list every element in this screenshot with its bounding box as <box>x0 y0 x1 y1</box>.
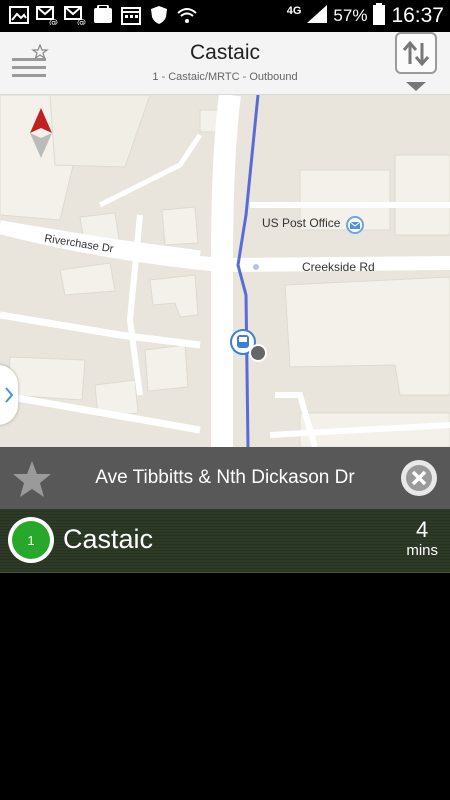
arrival-row[interactable]: 1 Castaic 4 mins <box>0 509 450 573</box>
star-icon <box>13 461 51 497</box>
route-number: 1 <box>12 521 50 559</box>
battery-percent: 57% <box>333 6 368 25</box>
eta-unit: mins <box>406 542 438 559</box>
eta-minutes: 4 <box>416 517 429 542</box>
map-view[interactable]: US Post Office Riverchase Dr Creekside R… <box>0 95 450 447</box>
map-label-post-office: US Post Office <box>262 216 341 230</box>
stop-name: Ave Tibbitts & Nth Dickason Dr <box>95 467 355 488</box>
swap-direction-button[interactable] <box>394 32 438 94</box>
swap-direction-icon <box>395 32 437 91</box>
chevron-right-icon <box>5 387 14 403</box>
shield-icon <box>148 4 170 26</box>
svg-text:@: @ <box>77 18 86 25</box>
compass-icon[interactable] <box>30 108 52 158</box>
route-subtitle: 1 - Castaic/MRTC - Outbound <box>152 71 298 83</box>
battery-icon <box>373 2 386 30</box>
status-bar: @ @ 4G 57% 16:37 <box>0 0 450 32</box>
map-label-creekside: Creekside Rd <box>302 260 375 274</box>
clock: 16:37 <box>391 4 444 27</box>
svg-text:@: @ <box>49 18 58 25</box>
bus-location-marker[interactable] <box>230 325 270 365</box>
app-header: Castaic 1 - Castaic/MRTC - Outbound <box>0 32 450 95</box>
close-stop-button[interactable] <box>400 459 438 497</box>
network-type: 4G <box>286 4 302 17</box>
page-title: Castaic <box>189 41 261 64</box>
gallery-icon <box>8 4 30 26</box>
notification-icons: @ @ <box>8 4 198 26</box>
map-canvas <box>0 95 450 447</box>
eta: 4 mins <box>406 518 438 560</box>
email-icon: @ <box>36 4 58 26</box>
favorite-stop-button[interactable] <box>12 459 52 499</box>
stop-info-bar: Ave Tibbitts & Nth Dickason Dr <box>0 447 450 509</box>
destination-label: Castaic <box>63 524 154 554</box>
close-icon <box>401 460 437 496</box>
post-office-icon <box>346 216 364 234</box>
wifi-icon <box>176 4 198 26</box>
email-icon: @ <box>64 4 86 26</box>
galaxy-store-icon <box>92 4 114 26</box>
signal-icon <box>307 4 328 28</box>
route-badge: 1 <box>8 517 54 563</box>
calendar-icon <box>120 4 142 26</box>
